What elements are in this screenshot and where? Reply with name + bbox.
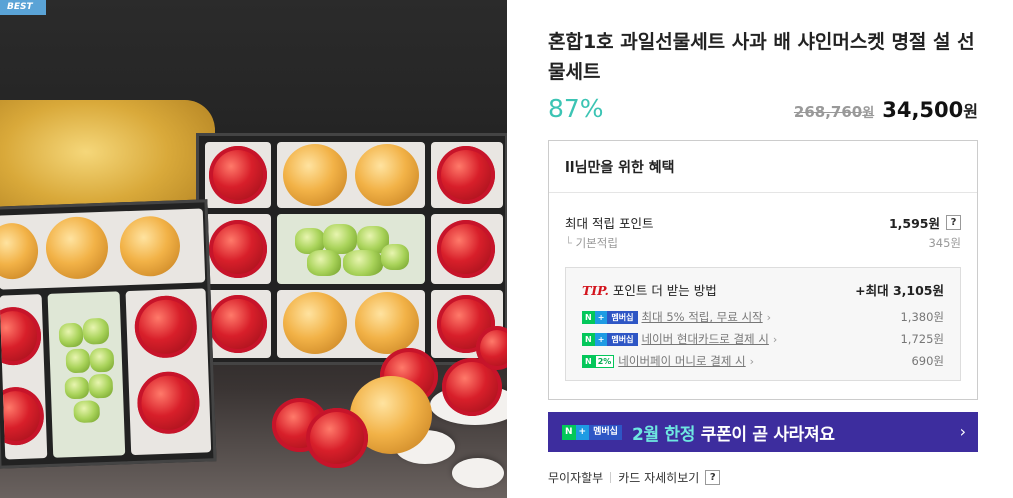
tip-row[interactable]: N 2% 네이버페이 머니로 결제 시 › 690원 (582, 353, 944, 369)
naver-plus-membership-badge: N + 멤버십 (582, 332, 638, 346)
benefit-box: ll님만을 위한 혜택 최대 적립 포인트 1,595원? 기본적립 345원 … (548, 140, 978, 400)
naver-plus-membership-badge: N + 멤버십 (562, 424, 622, 440)
base-points-value: 345원 (928, 236, 961, 250)
base-points-row: 기본적립 345원 (565, 235, 961, 251)
max-points-label: 최대 적립 포인트 (565, 216, 654, 231)
tip-row-text[interactable]: 네이버 현대카드로 결제 시 (642, 331, 769, 347)
tip-row-text[interactable]: 최대 5% 적립, 무료 시작 (642, 309, 763, 325)
chevron-right-icon: › (772, 332, 778, 346)
chevron-right-icon: › (959, 422, 966, 441)
max-points-value: 1,595원 (888, 216, 940, 231)
help-button[interactable]: ? (705, 470, 721, 485)
gift-box-back (196, 133, 507, 365)
best-badge: BEST (0, 0, 46, 15)
help-button[interactable]: ? (946, 215, 961, 230)
chevron-right-icon: › (766, 310, 772, 324)
tip-row[interactable]: N + 멤버십 최대 5% 적립, 무료 시작 › 1,380원 (582, 309, 944, 325)
sale-price: 34,500원 (882, 98, 978, 122)
base-points-label: 기본적립 (565, 235, 618, 251)
tip-box: TIP. 포인트 더 받는 방법 +최대 3,105원 N + 멤버십 최대 5% 적… (565, 267, 961, 381)
tip-tag: TIP. (582, 283, 609, 298)
naver-pay-money-badge: N 2% (582, 354, 615, 368)
price-row: 268,760원 34,500원 (794, 98, 978, 122)
tip-row[interactable]: N + 멤버십 네이버 현대카드로 결제 시 › 1,725원 (582, 331, 944, 347)
chevron-right-icon: › (749, 354, 755, 368)
tip-row-value: 1,725원 (900, 332, 944, 346)
gift-box-front (0, 199, 217, 469)
original-price: 268,760원 (793, 103, 875, 121)
naver-plus-membership-badge: N + 멤버십 (582, 310, 638, 324)
max-points-row: 최대 적립 포인트 1,595원? (565, 213, 961, 232)
tip-row-value: 1,380원 (900, 310, 944, 324)
tip-max: +최대 3,105원 (855, 283, 944, 298)
installment-link[interactable]: 무이자할부 (548, 469, 603, 486)
product-image: BEST (0, 0, 507, 498)
divider (610, 472, 612, 483)
tip-header: TIP. 포인트 더 받는 방법 +최대 3,105원 (582, 280, 944, 299)
tip-row-value: 690원 (911, 354, 944, 368)
card-detail-link[interactable]: 카드 자세히보기 (618, 469, 699, 486)
product-title: 혼합1호 과일선물세트 사과 배 샤인머스켓 명절 설 선물세트 (548, 31, 975, 83)
membership-coupon-banner[interactable]: N + 멤버십 2월 한정 쿠폰이 곧 사라져요 › (548, 412, 978, 452)
teacup (452, 458, 504, 488)
tip-label: 포인트 더 받는 방법 (612, 283, 717, 298)
benefit-heading: ll님만을 위한 혜택 (549, 141, 977, 193)
promo-text: 2월 한정 쿠폰이 곧 사라져요 (631, 424, 835, 445)
tip-row-text[interactable]: 네이버페이 머니로 결제 시 (618, 353, 745, 369)
discount-rate: 87% (548, 94, 604, 123)
payment-links: 무이자할부 카드 자세히보기 ? (548, 469, 721, 486)
